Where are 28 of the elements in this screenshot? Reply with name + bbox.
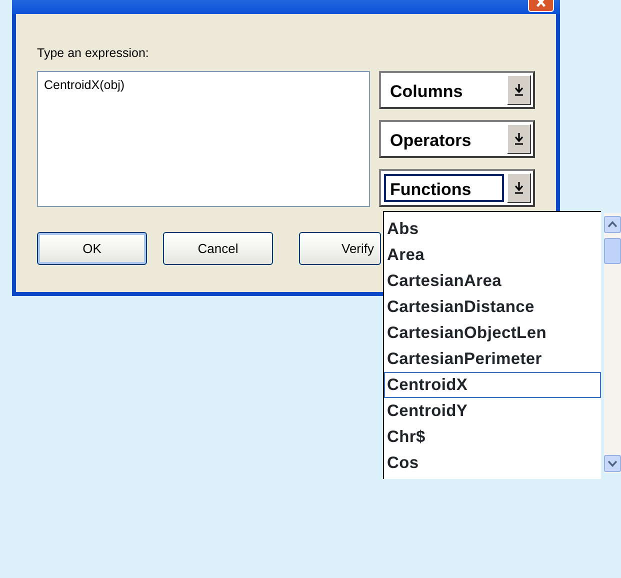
dialog-button[interactable]: Verify [299,232,381,265]
dropdown[interactable]: Functions [379,168,535,207]
dialog-button[interactable]: OK [37,232,147,265]
dropdown[interactable]: Columns [379,70,535,109]
function-option[interactable]: CartesianArea [384,268,601,294]
function-option[interactable]: CentroidY [384,398,601,424]
function-option[interactable]: CartesianPerimeter [384,346,601,372]
scrollbar[interactable] [604,213,621,473]
function-option[interactable]: CartesianObjectLen [384,320,601,346]
dropdown-arrow-icon[interactable] [514,182,524,194]
function-option[interactable]: CentroidX [384,372,601,398]
function-option[interactable]: CartesianDistance [384,294,601,320]
scroll-thumb[interactable] [604,238,621,264]
dropdown-value: Columns [389,80,464,103]
dropdown-arrow-icon[interactable] [514,132,524,145]
function-option[interactable]: Abs [384,216,601,242]
dropdown[interactable]: Operators [379,120,535,158]
dialog-button[interactable]: Cancel [163,232,273,265]
function-option[interactable]: Chr$ [384,424,601,450]
dropdown-arrow-icon[interactable] [514,84,524,96]
expression-field[interactable]: CentroidX(obj) [37,70,370,207]
function-option[interactable]: Cos [384,450,601,476]
prompt-label: Type an expression: [37,45,150,62]
function-option[interactable]: Area [384,242,601,268]
scroll-up-icon[interactable] [604,216,621,234]
dropdown-value: Functions [384,174,504,202]
dropdown-value: Operators [389,130,472,152]
scroll-down-icon[interactable] [604,455,621,472]
